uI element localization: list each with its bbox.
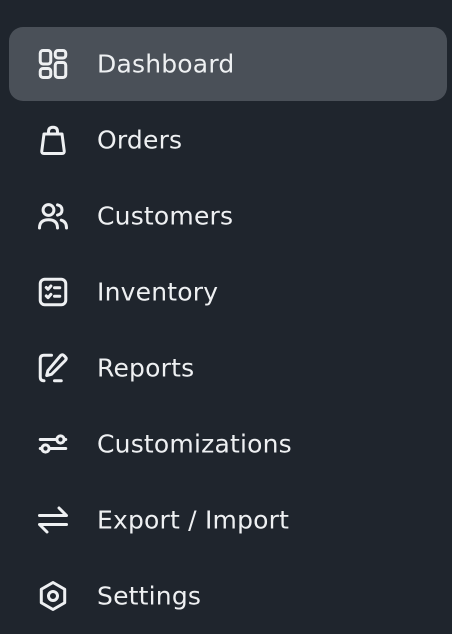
hexagon-gear-icon <box>35 578 71 614</box>
sidebar-item-settings[interactable]: Settings <box>9 559 447 633</box>
sidebar-item-label: Dashboard <box>97 49 235 79</box>
sidebar-item-orders[interactable]: Orders <box>9 103 447 177</box>
sidebar-item-label: Inventory <box>97 277 219 307</box>
sidebar-item-label: Customizations <box>97 429 292 459</box>
sidebar-item-label: Export / Import <box>97 505 290 535</box>
sidebar-item-inventory[interactable]: Inventory <box>9 255 447 329</box>
sidebar-item-export-import[interactable]: Export / Import <box>9 483 447 557</box>
sidebar-item-customizations[interactable]: Customizations <box>9 407 447 481</box>
sidebar-nav: Dashboard Orders Customers Inventory Rep… <box>0 0 452 634</box>
shopping-bag-icon <box>35 122 71 158</box>
sidebar-item-label: Customers <box>97 201 234 231</box>
sidebar-item-customers[interactable]: Customers <box>9 179 447 253</box>
dashboard-grid-icon <box>35 46 71 82</box>
users-icon <box>35 198 71 234</box>
sidebar-item-dashboard[interactable]: Dashboard <box>9 27 447 101</box>
edit-pencil-icon <box>35 350 71 386</box>
checklist-icon <box>35 274 71 310</box>
sidebar-item-reports[interactable]: Reports <box>9 331 447 405</box>
sliders-icon <box>35 426 71 462</box>
sidebar-item-label: Orders <box>97 125 183 155</box>
sidebar-item-label: Settings <box>97 581 202 611</box>
transfer-arrows-icon <box>35 502 71 538</box>
sidebar-item-label: Reports <box>97 353 195 383</box>
